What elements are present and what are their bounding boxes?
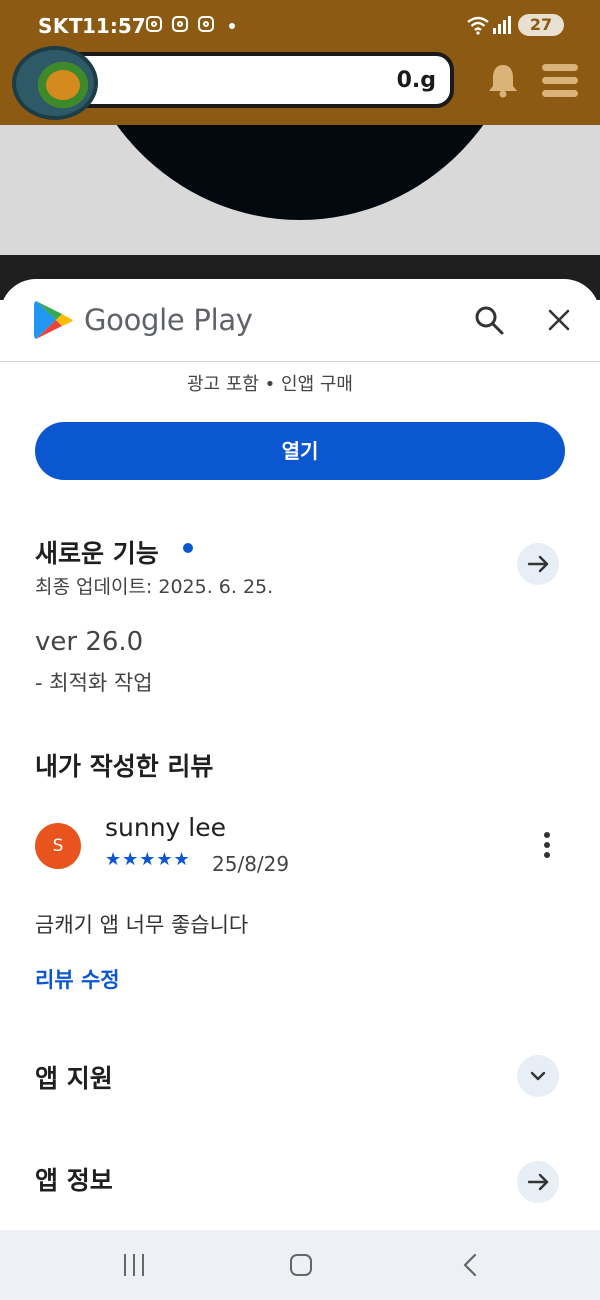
balance-field: 0.g (40, 52, 454, 108)
notification-dot (229, 23, 235, 29)
app-header: SKT 11:57 27 0.g (0, 0, 600, 125)
new-indicator-dot (183, 543, 193, 553)
status-bar: SKT 11:57 27 (0, 0, 600, 50)
app-meta-line: 광고 포함 • 인앱 구매 (187, 374, 353, 395)
instagram-icon (146, 16, 162, 32)
app-info-arrow-button[interactable] (517, 1161, 559, 1203)
close-icon[interactable] (543, 304, 575, 336)
signal-icon (493, 16, 511, 34)
store-title: Google Play (84, 303, 253, 337)
avatar: S (35, 823, 81, 869)
whats-new-arrow-button[interactable] (517, 543, 559, 585)
app-info-title: 앱 정보 (35, 1166, 113, 1195)
last-updated: 최종 업데이트: 2025. 6. 25. (35, 576, 274, 598)
battery-icon: 27 (518, 14, 564, 36)
chevron-down-icon (530, 1071, 546, 1081)
app-support-title: 앱 지원 (35, 1064, 113, 1093)
app-support-expand-button[interactable] (517, 1055, 559, 1097)
sheet-header: Google Play (0, 279, 600, 362)
arrow-right-icon (527, 555, 549, 573)
changelog-text: - 최적화 작업 (35, 671, 153, 695)
clock: 11:57 (82, 14, 146, 38)
back-icon[interactable] (460, 1252, 480, 1278)
review-text: 금캐기 앱 너무 좋습니다 (35, 913, 249, 937)
reviewer-name: sunny lee (105, 813, 227, 842)
home-icon[interactable] (290, 1254, 312, 1276)
edit-review-link[interactable]: 리뷰 수정 (35, 964, 120, 994)
my-review-title: 내가 작성한 리뷰 (35, 752, 214, 781)
whats-new-title: 새로운 기능 (35, 539, 159, 568)
review-date: 25/8/29 (212, 852, 290, 876)
instagram-icon (198, 16, 214, 32)
rating-stars: ★★★★★ (105, 849, 191, 870)
recents-icon[interactable] (122, 1254, 146, 1276)
search-icon[interactable] (472, 303, 506, 337)
carrier-label: SKT (38, 14, 84, 38)
wifi-icon (466, 15, 490, 40)
balance-value: 0.g (396, 68, 436, 93)
arrow-right-icon (527, 1173, 549, 1191)
app-logo-icon (12, 46, 98, 120)
open-button[interactable]: 열기 (35, 422, 565, 480)
more-vert-icon[interactable] (537, 832, 557, 860)
menu-icon[interactable] (542, 62, 578, 98)
instagram-icon (172, 16, 188, 32)
version-label: ver 26.0 (35, 627, 144, 657)
google-play-sheet: Google Play 광고 포함 • 인앱 구매 열기 새로운 기능 최종 업… (0, 279, 600, 1230)
google-play-logo (34, 299, 74, 341)
system-nav-bar (0, 1230, 600, 1300)
bell-icon[interactable] (486, 62, 520, 98)
